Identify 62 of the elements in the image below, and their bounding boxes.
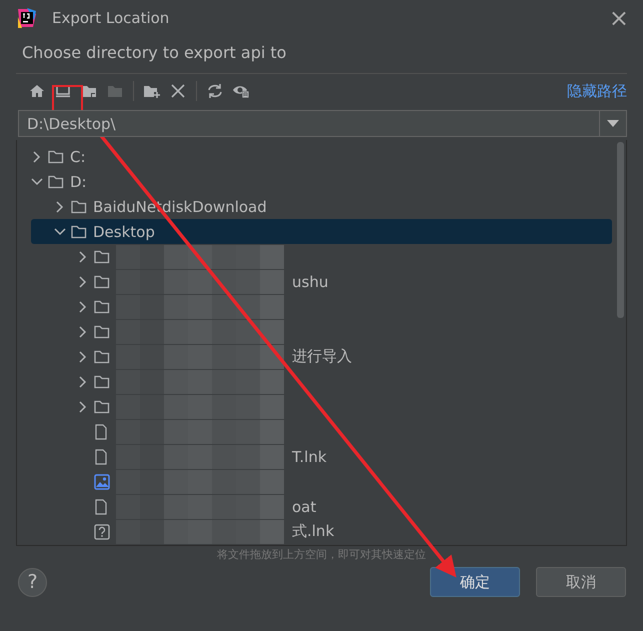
chevron-right-icon[interactable] <box>78 376 86 388</box>
chevron-right-icon[interactable] <box>78 300 86 312</box>
tree-row[interactable]: oat <box>17 494 626 519</box>
chevron-right-icon[interactable] <box>78 250 86 262</box>
new-folder-icon[interactable] <box>143 83 161 99</box>
drop-hint: 将文件拖放到上方空间，即可对其快速定位 <box>216 547 427 563</box>
folder-icon <box>94 374 110 388</box>
folder-icon <box>94 274 110 288</box>
help-button[interactable]: ? <box>18 568 47 596</box>
file-icon <box>94 448 108 464</box>
tree-row[interactable]: ushu <box>17 269 626 294</box>
image-icon <box>94 474 110 490</box>
tree-item-label: Desktop <box>93 222 155 240</box>
dialog-description: Choose directory to export api to <box>21 42 288 64</box>
scrollbar[interactable] <box>617 142 624 318</box>
tree-row[interactable]: 式.lnk <box>17 519 626 544</box>
tree-item-label: oat <box>292 498 316 516</box>
chevron-right-icon[interactable] <box>78 326 86 338</box>
chevron-down-icon[interactable] <box>54 228 66 236</box>
folder-icon <box>94 250 110 264</box>
tree-item-label: D: <box>70 172 87 190</box>
tree-item-label: T.lnk <box>292 448 327 466</box>
chevron-right-icon[interactable] <box>32 150 40 162</box>
chevron-down-icon[interactable] <box>30 178 42 186</box>
folder-icon <box>48 174 64 188</box>
chevron-right-icon[interactable] <box>78 400 86 412</box>
window-title: Export Location <box>52 9 170 27</box>
file-icon <box>94 424 108 440</box>
hide-path-link[interactable]: 隐藏路径 <box>567 82 627 100</box>
cancel-button[interactable]: 取消 <box>536 567 626 597</box>
ok-button[interactable]: 确定 <box>430 567 520 597</box>
home-icon[interactable] <box>29 83 45 99</box>
folder-icon <box>71 224 87 238</box>
close-icon[interactable] <box>170 83 186 99</box>
dropdown-button[interactable] <box>600 110 627 137</box>
folder-icon <box>48 150 64 164</box>
tree-row[interactable]: 进行导入 <box>17 344 626 369</box>
chevron-right-icon[interactable] <box>56 200 64 212</box>
folder-icon <box>94 300 110 314</box>
tree-row[interactable]: Desktop <box>31 219 612 244</box>
folder-icon <box>94 400 110 414</box>
tree-item-label: ushu <box>292 272 328 290</box>
chevron-right-icon[interactable] <box>78 350 86 362</box>
tree-row[interactable]: D: <box>17 169 626 194</box>
close-button[interactable]: × <box>608 8 629 28</box>
path-field[interactable]: D:\Desktop\ <box>18 110 600 137</box>
folder-icon[interactable] <box>81 83 97 99</box>
folder-icon <box>71 200 87 214</box>
folder-icon <box>94 350 110 364</box>
tree-row[interactable]: T.lnk <box>17 444 626 469</box>
tree-item-label: C: <box>70 148 86 166</box>
tree-item-label: 式.lnk <box>292 522 334 541</box>
highlight-box <box>52 85 83 113</box>
caret-icon <box>607 120 619 127</box>
unknown-file-icon <box>94 524 110 540</box>
refresh-icon[interactable] <box>206 83 224 99</box>
tree-row[interactable]: C: <box>17 144 626 169</box>
chevron-right-icon[interactable] <box>78 276 86 288</box>
folder-icon <box>94 324 110 338</box>
tree-item-label: 进行导入 <box>292 347 352 366</box>
app-logo-icon <box>16 7 38 29</box>
file-icon <box>94 498 108 514</box>
